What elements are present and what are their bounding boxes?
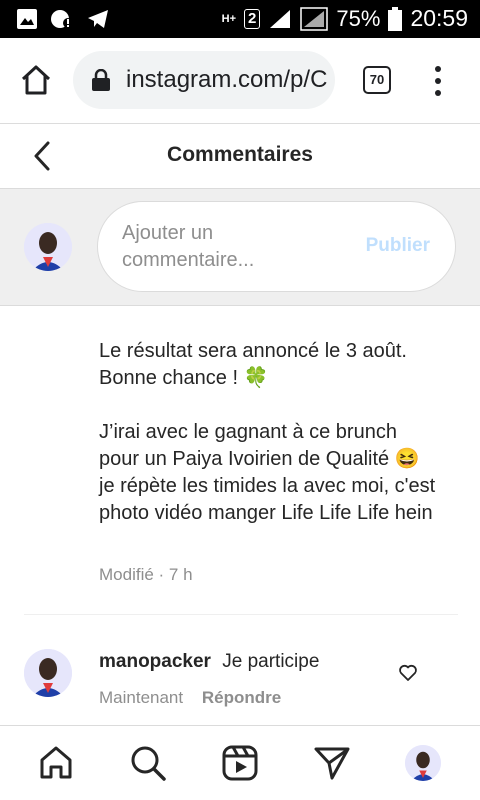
network-type: H+ bbox=[221, 12, 237, 25]
search-icon[interactable] bbox=[129, 744, 167, 782]
url-text: instagram.com/p/C bbox=[126, 66, 328, 93]
signal-icon bbox=[270, 9, 291, 28]
more-vert-icon[interactable] bbox=[428, 66, 448, 96]
battery-icon bbox=[388, 6, 403, 31]
comment-text: Le résultat sera annoncé le 3 août. Bonn… bbox=[99, 338, 439, 554]
reply-text: Je participe bbox=[222, 651, 320, 672]
sim-indicator: 2 bbox=[244, 8, 261, 29]
comments-list[interactable]: Le résultat sera annoncé le 3 août. Bonn… bbox=[0, 307, 480, 725]
bottom-nav bbox=[0, 725, 480, 800]
gallery-icon bbox=[17, 9, 37, 29]
browser-toolbar: instagram.com/p/C 70 bbox=[0, 38, 480, 124]
avatar[interactable] bbox=[24, 649, 72, 697]
publish-button[interactable]: Publier bbox=[366, 235, 430, 257]
alert-icon bbox=[51, 10, 73, 28]
address-bar[interactable]: instagram.com/p/C bbox=[73, 51, 335, 109]
comment-username[interactable]: manopacker bbox=[99, 651, 211, 672]
status-bar: H+ 2 75% 20:59 bbox=[0, 0, 480, 38]
reply-button[interactable]: Répondre bbox=[202, 688, 281, 707]
clock: 20:59 bbox=[410, 5, 468, 31]
avatar bbox=[24, 223, 72, 271]
home-icon[interactable] bbox=[37, 744, 75, 782]
send-icon[interactable] bbox=[313, 744, 351, 782]
reels-icon[interactable] bbox=[221, 744, 259, 782]
telegram-icon bbox=[88, 10, 108, 28]
home-icon[interactable] bbox=[18, 62, 54, 98]
comment-time: Maintenant bbox=[99, 688, 184, 707]
profile-avatar[interactable] bbox=[405, 745, 441, 781]
reply-line: manopacker Je participe bbox=[99, 651, 319, 673]
comment-field: Publier bbox=[97, 201, 456, 292]
page-title: Commentaires bbox=[167, 143, 313, 166]
comment-paragraph: J’irai avec le gagnant à ce brunch pour … bbox=[99, 421, 436, 524]
comment-meta: Modifié · 7 h bbox=[99, 565, 193, 584]
clipped-text-line bbox=[99, 307, 419, 313]
comment-paragraph: Le résultat sera annoncé le 3 août. Bonn… bbox=[99, 340, 407, 389]
page-header: Commentaires bbox=[0, 125, 480, 189]
status-bar-left bbox=[16, 8, 110, 30]
lock-icon bbox=[92, 69, 110, 91]
reply-actions: Maintenant Répondre bbox=[99, 688, 281, 708]
divider bbox=[24, 614, 458, 615]
comment-composer: Publier bbox=[0, 189, 480, 306]
battery-percent: 75% bbox=[336, 5, 381, 31]
comment-input[interactable] bbox=[122, 220, 342, 280]
heart-icon[interactable] bbox=[398, 663, 418, 683]
status-bar-right: H+ 2 75% 20:59 bbox=[222, 5, 468, 32]
tabs-counter-button[interactable]: 70 bbox=[363, 66, 391, 94]
signal-icon bbox=[300, 6, 329, 31]
